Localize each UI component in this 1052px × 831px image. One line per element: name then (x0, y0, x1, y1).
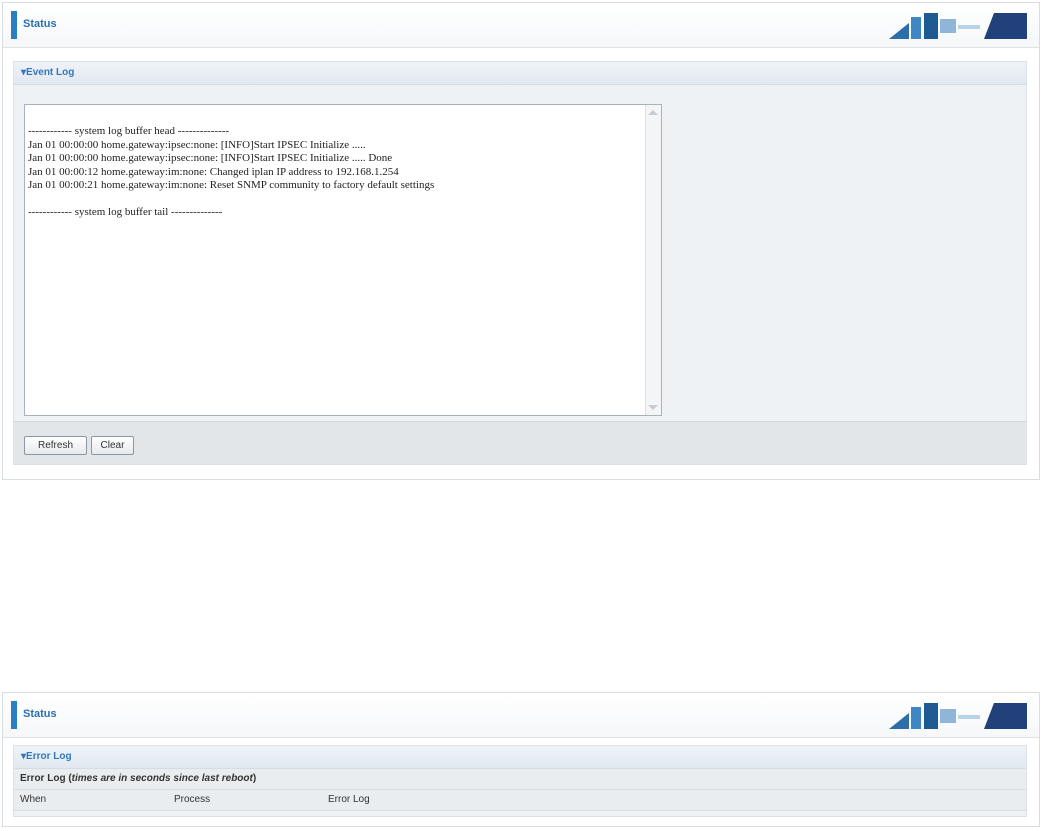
status-header: Status (3, 693, 1039, 738)
event-log-panel: Status ▾Event Log ------------ system lo… (2, 2, 1040, 480)
column-error-log: Error Log (328, 794, 370, 805)
column-process: Process (174, 794, 211, 805)
header-accent-bar (11, 701, 17, 729)
error-log-section: ▾Error Log Error Log (times are in secon… (13, 745, 1027, 817)
page-title: Status (23, 708, 57, 720)
table-title-note: times are in seconds since last reboot (71, 773, 253, 784)
error-log-panel: Status ▾Error Log Error Log (times are i… (2, 692, 1040, 827)
event-log-section: ▾Event Log ------------ system log buffe… (13, 61, 1027, 465)
button-bar: Refresh Clear (14, 421, 1026, 464)
header-accent-bar (11, 11, 17, 39)
section-title[interactable]: ▾Event Log (14, 62, 1026, 85)
column-when: When (20, 794, 47, 805)
network-logo-icon (889, 13, 1027, 39)
error-log-table-title: Error Log (times are in seconds since la… (14, 769, 1026, 790)
table-title-suffix: ) (252, 773, 257, 784)
log-content: ------------ system log buffer head ----… (28, 125, 435, 218)
table-title-prefix: Error Log ( (20, 773, 72, 784)
table-header-row: When Process Error Log (14, 790, 1026, 811)
scroll-up-icon[interactable] (648, 110, 658, 115)
scroll-down-icon[interactable] (648, 405, 658, 410)
status-header: Status (3, 3, 1039, 48)
page-title: Status (23, 18, 57, 30)
log-scrollbar[interactable] (645, 105, 661, 415)
network-logo-icon (889, 703, 1027, 729)
section-title[interactable]: ▾Error Log (14, 746, 1026, 769)
event-log-textarea[interactable]: ------------ system log buffer head ----… (24, 104, 662, 416)
clear-button[interactable]: Clear (91, 436, 134, 455)
refresh-button[interactable]: Refresh (24, 436, 87, 455)
